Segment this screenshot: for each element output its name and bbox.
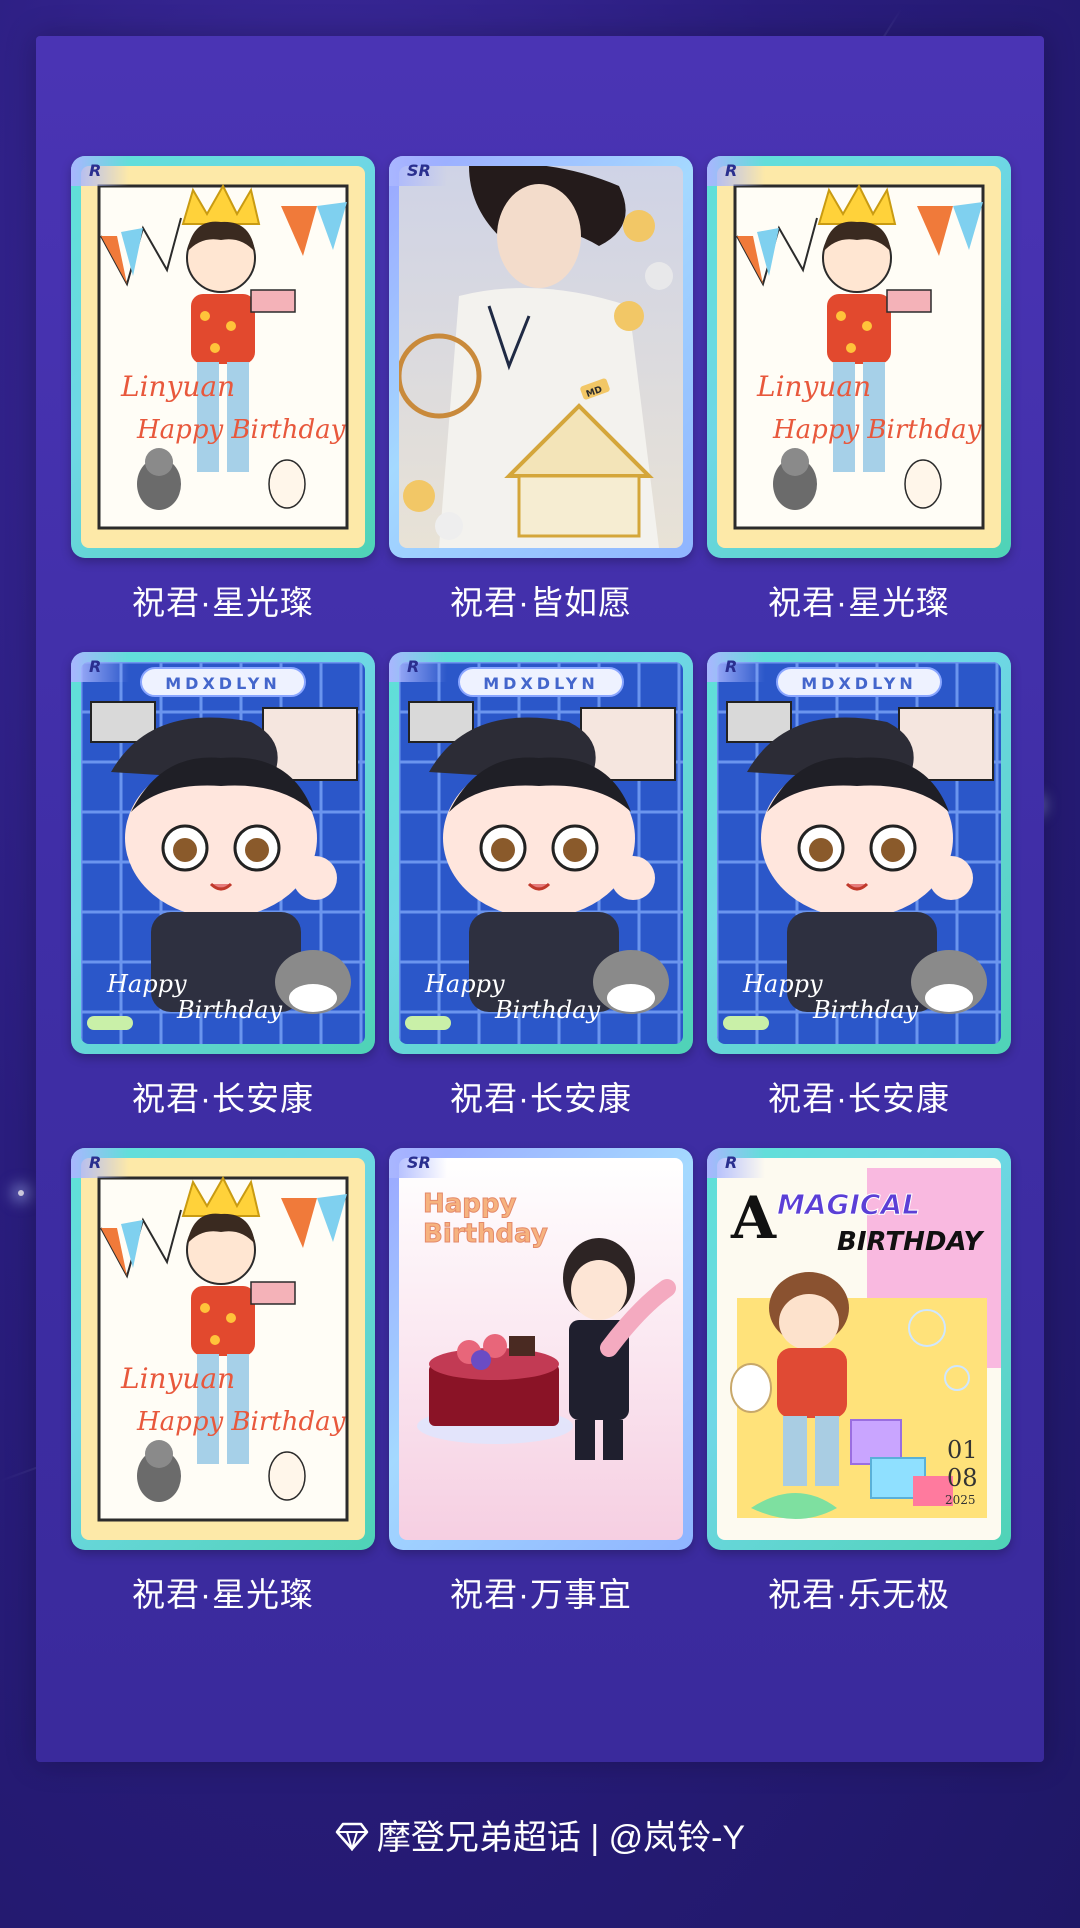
card-artwork: Happy Birthday [399, 1158, 683, 1540]
collection-card[interactable]: R MDXDLYN Happy Birthday [389, 652, 693, 1054]
card-artwork: MD [399, 166, 683, 548]
svg-text:Happy: Happy [742, 970, 823, 998]
rarity-badge: SR [389, 156, 447, 186]
card-artwork: MDXDLYN Happy Birthday [399, 662, 683, 1044]
card-title: 祝君·星光璨 [132, 1576, 314, 1613]
svg-text:Happy Birthday: Happy Birthday [136, 1407, 346, 1437]
card-title: 祝君·万事宜 [450, 1576, 632, 1613]
collection-card[interactable]: R Linyuan Happy Birthday [71, 1148, 375, 1550]
rarity-badge: R [71, 156, 129, 186]
svg-text:MDXDLYN: MDXDLYN [165, 674, 281, 693]
card-artwork: MDXDLYN Happy Birthday [717, 662, 1001, 1044]
card-title: 祝君·长安康 [132, 1080, 314, 1117]
svg-text:Linyuan: Linyuan [120, 1362, 235, 1395]
svg-text:01: 01 [947, 1436, 978, 1464]
card-title: 祝君·星光璨 [132, 584, 314, 621]
svg-text:MDXDLYN: MDXDLYN [801, 674, 917, 693]
svg-text:Linyuan: Linyuan [756, 370, 871, 403]
footer-credit: 摩登兄弟超话 | @岚铃-Y [0, 1810, 1080, 1860]
rarity-badge: R [707, 1148, 765, 1178]
svg-text:MAGICAL: MAGICAL [777, 1188, 920, 1221]
svg-text:Birthday: Birthday [176, 996, 283, 1024]
rarity-badge: SR [389, 1148, 447, 1178]
card-artwork: A MAGICAL BIRTHDAY 01 08 2025 [717, 1158, 1001, 1540]
card-artwork: Linyuan Happy Birthday [81, 166, 365, 548]
svg-text:A: A [730, 1184, 777, 1252]
svg-text:Birthday: Birthday [423, 1219, 548, 1249]
card-title: 祝君·皆如愿 [450, 584, 632, 621]
collection-card[interactable]: R MDXDLYN Happy Birthday [707, 652, 1011, 1054]
collection-card[interactable]: R MDXDLYN Happy Birthday [71, 652, 375, 1054]
collection-card[interactable]: SR MD [389, 156, 693, 558]
collection-card[interactable]: SR Happy Birthday [389, 1148, 693, 1550]
card-artwork: Linyuan Happy Birthday [81, 1158, 365, 1540]
rarity-badge: R [71, 1148, 129, 1178]
collection-card[interactable]: R Linyuan Happy Birthday [71, 156, 375, 558]
collection-card[interactable]: R A MAGICAL BIRTHDAY 01 08 2025 [707, 1148, 1011, 1550]
rarity-badge: R [707, 652, 765, 682]
collection-card[interactable]: R Linyuan Happy Birthday [707, 156, 1011, 558]
svg-text:Linyuan: Linyuan [120, 370, 235, 403]
svg-text:Happy: Happy [423, 1189, 517, 1219]
svg-text:08: 08 [947, 1464, 978, 1492]
card-artwork: MDXDLYN Happy Birthday [81, 662, 365, 1044]
card-title: 祝君·长安康 [450, 1080, 632, 1117]
rarity-badge: R [707, 156, 765, 186]
svg-text:MDXDLYN: MDXDLYN [483, 674, 599, 693]
card-artwork: Linyuan Happy Birthday [717, 166, 1001, 548]
background-sparkle [18, 1190, 24, 1196]
svg-text:Happy: Happy [424, 970, 505, 998]
diamond-icon [335, 1821, 369, 1860]
card-title: 祝君·星光璨 [768, 584, 950, 621]
svg-text:BIRTHDAY: BIRTHDAY [837, 1227, 986, 1257]
svg-text:2025: 2025 [945, 1493, 976, 1507]
svg-text:Happy: Happy [106, 970, 187, 998]
card-title: 祝君·长安康 [768, 1080, 950, 1117]
svg-text:Birthday: Birthday [494, 996, 601, 1024]
card-title: 祝君·乐无极 [768, 1576, 950, 1613]
svg-text:Happy Birthday: Happy Birthday [136, 415, 346, 445]
svg-text:Birthday: Birthday [812, 996, 919, 1024]
rarity-badge: R [389, 652, 447, 682]
svg-text:Happy Birthday: Happy Birthday [772, 415, 982, 445]
rarity-badge: R [71, 652, 129, 682]
footer-text: 摩登兄弟超话 | @岚铃-Y [376, 1819, 746, 1857]
